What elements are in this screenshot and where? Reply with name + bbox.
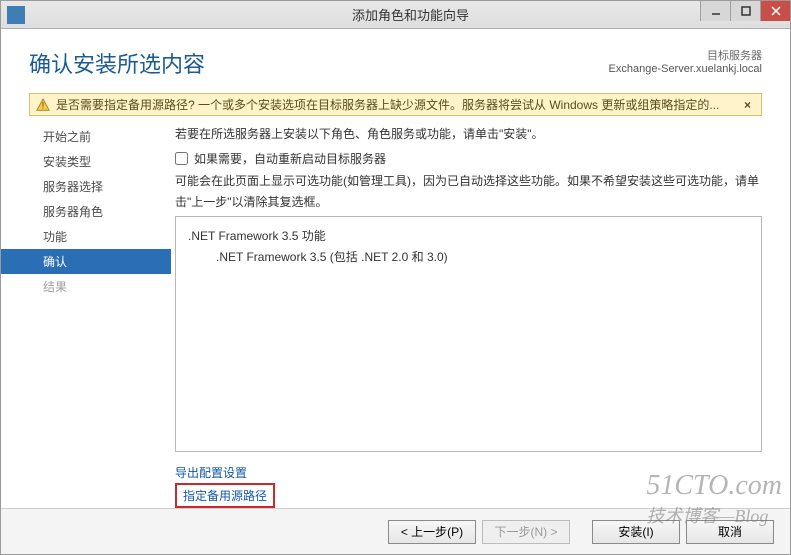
alt-source-link-highlight: 指定备用源路径 — [175, 483, 275, 508]
auto-restart-label: 如果需要，自动重新启动目标服务器 — [194, 150, 386, 167]
warning-text: 是否需要指定备用源路径? 一个或多个安装选项在目标服务器上缺少源文件。服务器将尝… — [56, 96, 734, 113]
auto-restart-checkbox[interactable] — [175, 152, 188, 165]
page-title: 确认安装所选内容 — [29, 47, 609, 79]
export-config-link-row: 导出配置设置 — [175, 464, 762, 481]
destination-value: Exchange-Server.xuelankj.local — [609, 63, 762, 75]
wizard-footer: < 上一步(P) 下一步(N) > 安装(I) 取消 — [1, 508, 790, 554]
step-features[interactable]: 功能 — [35, 224, 171, 249]
step-results: 结果 — [35, 274, 171, 299]
app-icon — [7, 6, 25, 24]
svg-text:!: ! — [42, 100, 44, 110]
minimize-button[interactable] — [700, 1, 730, 21]
warning-close-icon[interactable]: × — [740, 98, 755, 112]
title-bar: 添加角色和功能向导 — [1, 1, 790, 29]
alternate-source-path-link[interactable]: 指定备用源路径 — [183, 489, 267, 503]
step-installation-type[interactable]: 安装类型 — [35, 149, 171, 174]
content-pane: 若要在所选服务器上安装以下角色、角色服务或功能，请单击"安装"。 如果需要，自动… — [171, 122, 782, 508]
close-button[interactable] — [760, 1, 790, 21]
feature-item-parent: .NET Framework 3.5 功能 — [188, 227, 749, 244]
instruction-text-2: 可能会在此页面上显示可选功能(如管理工具)，因为已自动选择这些功能。如果不希望安… — [175, 171, 762, 212]
step-before-you-begin[interactable]: 开始之前 — [35, 124, 171, 149]
warning-icon: ! — [36, 98, 50, 112]
step-server-selection[interactable]: 服务器选择 — [35, 174, 171, 199]
export-config-link[interactable]: 导出配置设置 — [175, 466, 247, 480]
feature-item-child: .NET Framework 3.5 (包括 .NET 2.0 和 3.0) — [188, 248, 749, 265]
instruction-text-1: 若要在所选服务器上安装以下角色、角色服务或功能，请单击"安装"。 — [175, 124, 762, 144]
destination-server: 目标服务器 Exchange-Server.xuelankj.local — [609, 47, 762, 75]
install-button[interactable]: 安装(I) — [592, 520, 680, 544]
wizard-header: 确认安装所选内容 目标服务器 Exchange-Server.xuelankj.… — [1, 29, 790, 89]
cancel-button[interactable]: 取消 — [686, 520, 774, 544]
wizard-steps: 开始之前 安装类型 服务器选择 服务器角色 功能 确认 结果 — [1, 122, 171, 508]
previous-button[interactable]: < 上一步(P) — [388, 520, 476, 544]
next-button: 下一步(N) > — [482, 520, 570, 544]
warning-banner[interactable]: ! 是否需要指定备用源路径? 一个或多个安装选项在目标服务器上缺少源文件。服务器… — [29, 93, 762, 116]
step-server-roles[interactable]: 服务器角色 — [35, 199, 171, 224]
step-confirmation[interactable]: 确认 — [1, 249, 171, 274]
maximize-button[interactable] — [730, 1, 760, 21]
destination-label: 目标服务器 — [609, 47, 762, 63]
features-list-box: .NET Framework 3.5 功能 .NET Framework 3.5… — [175, 216, 762, 452]
window-title: 添加角色和功能向导 — [31, 5, 790, 24]
